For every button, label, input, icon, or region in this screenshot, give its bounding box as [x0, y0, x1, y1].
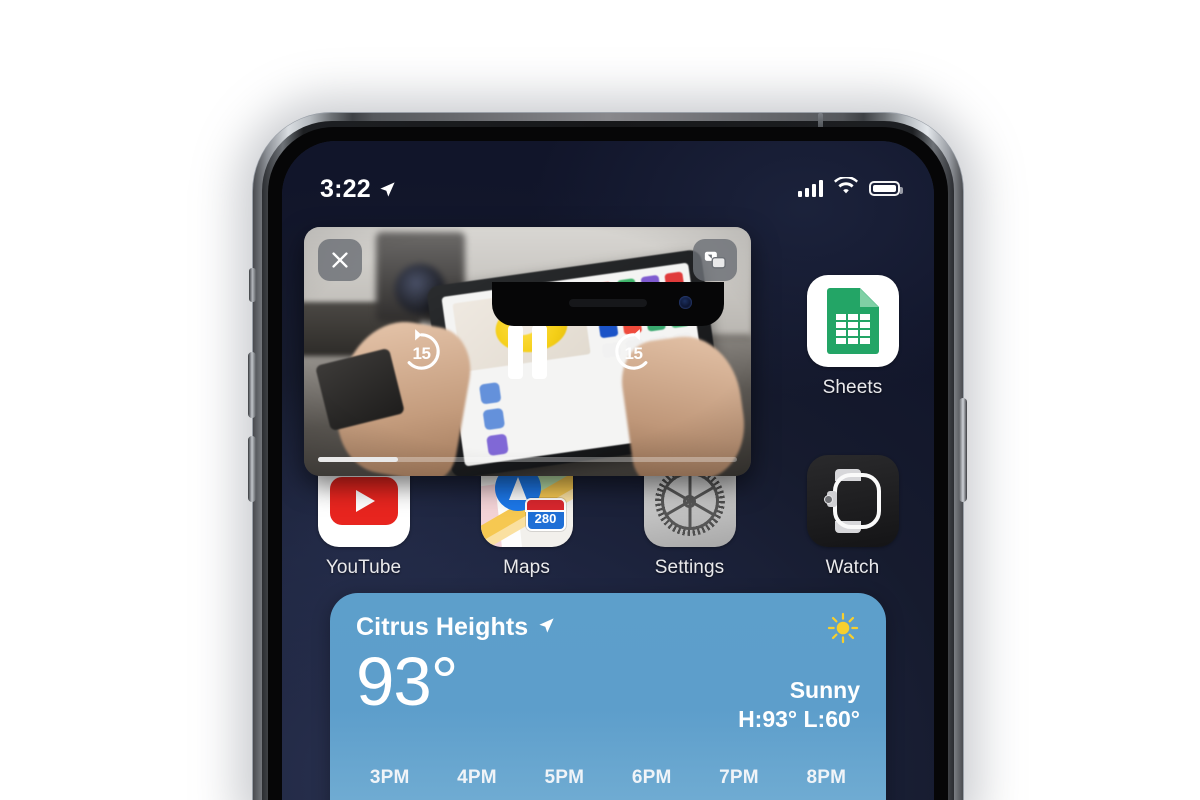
skip-forward-amount: 15 [624, 343, 643, 363]
volume-up-button[interactable] [248, 352, 256, 418]
cellular-signal-icon [798, 180, 823, 197]
maps-highway-number: 280 [534, 511, 557, 526]
pip-restore-button[interactable] [693, 239, 737, 281]
screenshot-canvas: 3:22 15 15 Sheets YouTube 280 Maps Setti… [0, 0, 1200, 800]
google-sheets-icon[interactable] [806, 275, 899, 367]
weather-hour-time: 3PM [369, 767, 410, 788]
sheets-grid-glyph [835, 314, 870, 344]
weather-hour-time: 7PM [719, 767, 759, 788]
pause-button[interactable] [508, 324, 547, 379]
weather-hour-cell: 7PM [695, 757, 782, 800]
sun-icon [738, 611, 860, 645]
status-bar-right [798, 175, 903, 200]
picture-in-picture-window[interactable]: 15 15 [304, 227, 751, 476]
earpiece-speaker [569, 299, 647, 307]
battery-full-icon [869, 181, 903, 196]
app-sheets[interactable]: Sheets [771, 275, 934, 399]
volume-down-button[interactable] [248, 436, 256, 502]
skip-back-amount: 15 [412, 343, 431, 363]
app-label-maps: Maps [503, 557, 550, 578]
app-watch[interactable]: Watch [771, 455, 934, 579]
pip-playback-controls: 15 15 [304, 324, 751, 379]
maps-highway-shield-icon: 280 [525, 497, 566, 531]
app-label-sheets: Sheets [822, 377, 883, 398]
weather-hour-time: 4PM [457, 767, 497, 788]
app-label-youtube: YouTube [325, 557, 402, 578]
close-icon [332, 252, 348, 268]
weather-hour-cell: 6PM [608, 757, 695, 800]
notch [492, 282, 724, 326]
front-camera-icon [679, 296, 692, 309]
status-bar-left: 3:22 [320, 175, 397, 204]
pip-restore-icon [704, 251, 726, 269]
status-bar-time: 3:22 [320, 175, 371, 203]
pip-close-button[interactable] [318, 239, 362, 281]
phone-screen: 3:22 15 15 Sheets YouTube 280 Maps Setti… [282, 141, 934, 800]
side-power-button[interactable] [959, 398, 967, 502]
weather-hour-time: 6PM [631, 767, 672, 788]
weather-widget[interactable]: Citrus Heights 93° Sunny H:93° L:60° 3PM… [330, 593, 886, 800]
weather-condition-text: Sunny [789, 677, 860, 703]
location-arrow-icon [378, 180, 397, 199]
weather-hour-cell: 8PM [783, 757, 870, 800]
pip-progress-fill [318, 457, 398, 462]
status-bar: 3:22 [282, 175, 934, 205]
weather-hour-cell: 4PM [433, 757, 520, 800]
weather-city-name: Citrus Heights [356, 613, 529, 641]
weather-hour-time: 5PM [544, 767, 585, 788]
weather-condition-block: Sunny H:93° L:60° [738, 611, 860, 733]
app-label-settings: Settings [654, 557, 725, 578]
location-arrow-icon [537, 613, 556, 642]
skip-back-15-button[interactable]: 15 [397, 327, 446, 376]
skip-forward-15-button[interactable]: 15 [609, 327, 658, 376]
weather-hour-cell: 3PM [346, 757, 433, 800]
apple-watch-icon[interactable] [806, 455, 899, 547]
wifi-icon [834, 175, 858, 200]
weather-high-low: H:93° L:60° [738, 706, 860, 732]
weather-hour-time: 8PM [806, 767, 847, 788]
pip-progress-bar[interactable] [318, 457, 737, 462]
silent-switch[interactable] [249, 268, 256, 302]
weather-hourly-forecast[interactable]: 3PM 4PM 5PM 6PM 7PM 8PM [330, 757, 886, 800]
app-label-watch: Watch [825, 557, 880, 578]
weather-hour-cell: 5PM [521, 757, 608, 800]
